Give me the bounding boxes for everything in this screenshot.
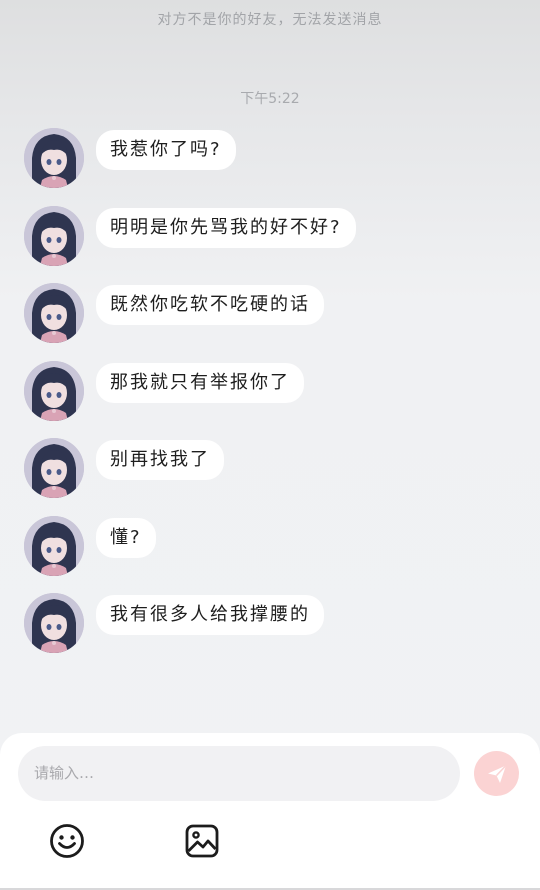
avatar-anime-girl-image (24, 593, 84, 653)
avatar[interactable] (24, 128, 84, 188)
message-bubble[interactable]: 我惹你了吗? (96, 130, 236, 170)
avatar[interactable] (24, 438, 84, 498)
avatar-anime-girl-image (24, 205, 84, 266)
composer-panel: 请输入… (0, 733, 540, 890)
message-list: 我惹你了吗? 明明是你先骂我的好不好? 既然你吃软不吃硬的话 那我就只有举报你了… (24, 128, 524, 671)
message-row: 我惹你了吗? (24, 128, 524, 206)
message-bubble[interactable]: 我有很多人给我撑腰的 (96, 595, 324, 635)
not-friend-notice: 对方不是你的好友，无法发送消息 (157, 12, 383, 28)
avatar[interactable] (24, 205, 84, 266)
avatar[interactable] (24, 283, 84, 343)
message-row: 我有很多人给我撑腰的 (24, 593, 524, 671)
avatar-anime-girl-image (24, 283, 84, 343)
avatar[interactable] (24, 515, 84, 576)
message-row: 别再找我了 (24, 438, 524, 516)
image-button[interactable] (184, 823, 220, 859)
avatar-anime-girl-image (24, 438, 84, 498)
avatar[interactable] (24, 593, 84, 653)
avatar-anime-girl-image (24, 515, 84, 576)
send-button[interactable] (474, 751, 519, 796)
avatar-anime-girl-image (24, 128, 84, 188)
message-row: 明明是你先骂我的好不好? (24, 205, 524, 284)
message-input[interactable]: 请输入… (18, 746, 460, 801)
message-bubble[interactable]: 明明是你先骂我的好不好? (96, 207, 356, 248)
message-bubble[interactable]: 那我就只有举报你了 (96, 362, 304, 403)
avatar[interactable] (24, 360, 84, 421)
emoji-button[interactable] (49, 823, 85, 859)
message-row: 既然你吃软不吃硬的话 (24, 283, 524, 361)
message-bubble[interactable]: 既然你吃软不吃硬的话 (96, 285, 324, 325)
image-gallery-icon (185, 824, 219, 858)
message-row: 那我就只有举报你了 (24, 360, 524, 439)
send-paper-plane-icon (487, 764, 507, 783)
message-bubble[interactable]: 别再找我了 (96, 440, 224, 480)
emoji-smiley-icon (50, 824, 84, 858)
avatar-anime-girl-image (24, 360, 84, 421)
message-bubble[interactable]: 懂? (96, 517, 156, 558)
message-timestamp: 下午5:22 (240, 91, 300, 107)
message-row: 懂? (24, 515, 524, 594)
